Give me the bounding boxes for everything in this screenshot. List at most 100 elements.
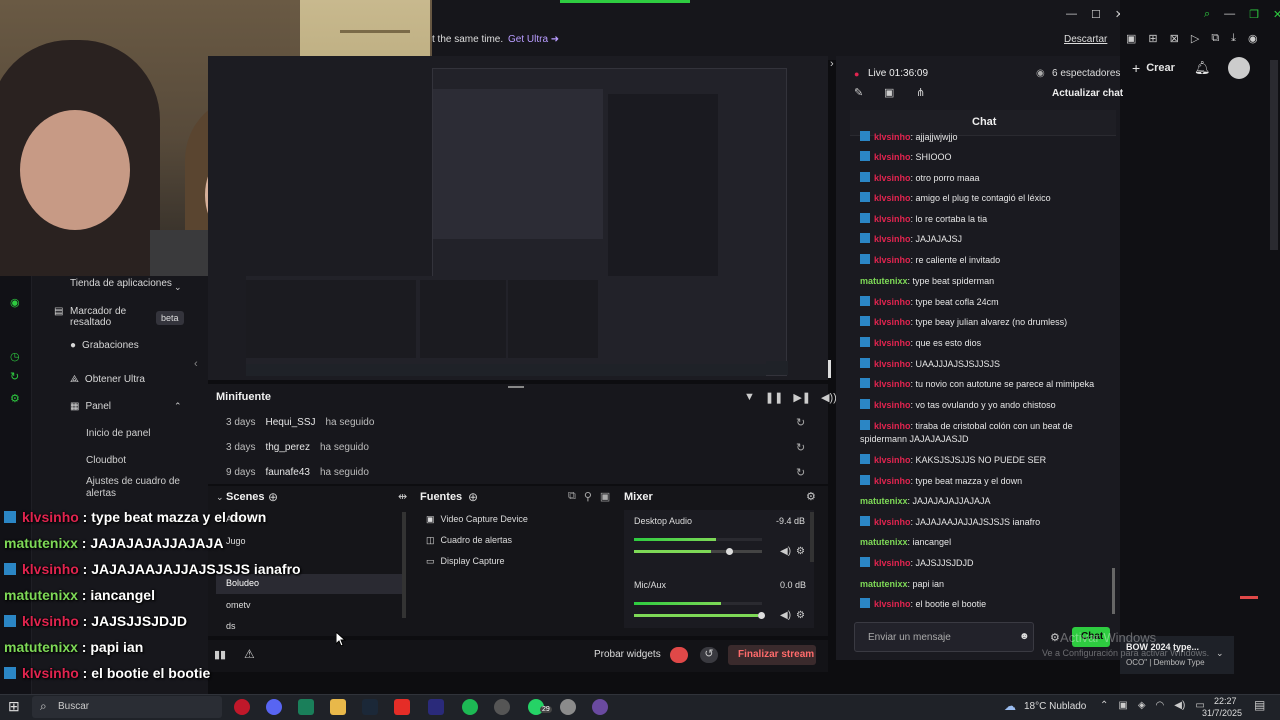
sidebar-item-recordings[interactable]: ● Grabaciones xyxy=(70,340,139,351)
add-scene-icon[interactable]: ⊕ xyxy=(268,490,278,504)
chat-username[interactable]: klvsinho xyxy=(874,152,911,162)
stats-icon[interactable]: ▮▮ xyxy=(214,648,226,661)
premiere-icon[interactable] xyxy=(428,699,444,715)
scene-item[interactable]: ometv xyxy=(226,600,251,610)
settings-icon[interactable]: ⚙ xyxy=(10,392,20,405)
chevron-down-icon[interactable]: ⌄ xyxy=(174,282,182,293)
slider-handle[interactable] xyxy=(758,612,765,619)
source-folder-icon[interactable]: ▣ xyxy=(600,490,610,503)
replay-buffer-icon[interactable]: ↺ xyxy=(700,647,718,663)
chat-input[interactable]: Enviar un mensaje ☻ xyxy=(854,622,1034,652)
sidebar-subitem-alertbox[interactable]: Ajustes de cuadro de alertas xyxy=(86,476,186,500)
gear-icon[interactable]: ⚙ xyxy=(796,610,805,621)
sidebar-subitem-dashboard[interactable]: Inicio de panel xyxy=(86,428,151,439)
volume-slider[interactable] xyxy=(634,550,762,553)
gear-icon[interactable]: ⚙ xyxy=(796,546,805,557)
sidebar-item-panel[interactable]: ▦ Panel xyxy=(70,401,111,412)
chevron-down-icon[interactable]: ⌄ xyxy=(216,492,224,503)
youtube-icon[interactable] xyxy=(394,699,410,715)
chat-scrollbar[interactable] xyxy=(1112,568,1115,614)
record-button[interactable] xyxy=(670,647,688,663)
chat-username[interactable]: klvsinho xyxy=(874,517,911,527)
opera-icon[interactable] xyxy=(234,699,250,715)
clip-icon[interactable]: ▣ xyxy=(884,86,894,99)
alert-icon[interactable]: ⚠ xyxy=(244,647,255,661)
tray-app-icon[interactable]: ▣ xyxy=(1118,700,1127,711)
chat-username[interactable]: klvsinho xyxy=(874,234,911,244)
collapse-arrow-icon[interactable]: ‹ xyxy=(194,358,198,370)
tray-chevron-icon[interactable]: ⌃ xyxy=(1100,700,1108,711)
source-group-icon[interactable]: ⚲ xyxy=(584,490,592,503)
obs-icon[interactable] xyxy=(592,699,608,715)
sidebar-subitem-cloudbot[interactable]: Cloudbot xyxy=(86,455,126,466)
maximize-icon[interactable]: ☐ xyxy=(1091,8,1101,21)
scenes-scrollbar[interactable] xyxy=(402,512,406,618)
sidebar-item-marker[interactable]: ▤ Marcador de resaltado xyxy=(54,306,150,328)
puzzle-icon[interactable]: ⧉ xyxy=(1211,32,1219,45)
chat-username[interactable]: klvsinho xyxy=(874,173,911,183)
chat-username[interactable]: klvsinho xyxy=(874,599,911,609)
dismiss-link[interactable]: Descartar xyxy=(1064,34,1107,45)
replay-icon[interactable]: ↻ xyxy=(796,416,805,429)
bell-icon[interactable]: 🔔︎ xyxy=(1194,60,1211,76)
mute-icon[interactable]: ◀) xyxy=(780,610,791,621)
minimize-icon[interactable]: — xyxy=(1224,8,1235,21)
source-item[interactable]: ▭ Display Capture xyxy=(426,556,505,567)
chat-username[interactable]: matutenixx xyxy=(860,276,908,286)
weather-text[interactable]: 18°C Nublado xyxy=(1024,701,1086,712)
profile-icon[interactable]: ◉ xyxy=(1248,32,1258,45)
share-icon[interactable]: ⋔ xyxy=(916,86,925,99)
source-item[interactable]: ▣ Video Capture Device xyxy=(426,514,528,525)
search-icon[interactable]: ⌕ xyxy=(1204,8,1210,21)
windows-start-icon[interactable]: ⊞ xyxy=(8,698,20,715)
speaker-icon[interactable]: ◀) xyxy=(1174,700,1185,711)
tab-icon[interactable]: ▣ xyxy=(1126,32,1136,45)
scrollbar[interactable] xyxy=(1270,60,1278,250)
filter-icon[interactable]: ▼ xyxy=(744,391,755,404)
chat-username[interactable]: klvsinho xyxy=(874,400,911,410)
taskbar-search[interactable]: ⌕ Buscar xyxy=(32,696,222,718)
chat-username[interactable]: klvsinho xyxy=(874,379,911,389)
chat-username[interactable]: klvsinho xyxy=(874,214,911,224)
chevron-down-icon[interactable]: ⌄ xyxy=(1216,648,1224,659)
skip-icon[interactable]: ▶❚ xyxy=(793,391,811,404)
edit-icon[interactable]: ✎ xyxy=(854,86,863,99)
extension-icon[interactable]: ⊠ xyxy=(1170,32,1179,45)
clock-date[interactable]: 31/7/2025 xyxy=(1202,708,1242,718)
avatar[interactable] xyxy=(1228,57,1250,79)
volume-slider[interactable] xyxy=(634,614,762,617)
streamlabs-icon[interactable] xyxy=(298,699,314,715)
chevron-up-icon[interactable]: ⌃ xyxy=(174,401,182,412)
clock-icon[interactable]: ◷ xyxy=(10,350,20,363)
refresh-icon[interactable]: ↻ xyxy=(10,370,19,383)
chat-username[interactable]: matutenixx xyxy=(860,579,908,589)
replay-icon[interactable]: ↻ xyxy=(796,466,805,479)
volume-icon[interactable]: ◀)) xyxy=(821,391,837,404)
play-icon[interactable]: ▷ xyxy=(1191,32,1199,45)
chat-username[interactable]: klvsinho xyxy=(874,317,911,327)
scene-item[interactable]: Jugo xyxy=(226,536,246,546)
chat-username[interactable]: klvsinho xyxy=(874,558,911,568)
live-icon[interactable]: ◉ xyxy=(10,296,20,309)
chat-username[interactable]: klvsinho xyxy=(874,132,911,142)
steam-icon[interactable] xyxy=(362,699,378,715)
chat-username[interactable]: klvsinho xyxy=(874,193,911,203)
emoji-icon[interactable]: ☻ xyxy=(1019,631,1030,642)
create-button[interactable]: + Crear xyxy=(1132,60,1175,76)
tray-app-icon[interactable]: ◈ xyxy=(1138,700,1146,711)
bookmark-icon[interactable]: ⊞ xyxy=(1148,32,1157,45)
end-stream-button[interactable]: Finalizar stream xyxy=(728,645,816,665)
resize-handle[interactable] xyxy=(508,386,524,388)
chat-username[interactable]: klvsinho xyxy=(874,338,911,348)
get-ultra-link[interactable]: Get Ultra ➜ xyxy=(508,34,559,45)
gear-icon[interactable]: ⚙ xyxy=(1050,631,1060,644)
sidebar-item-ultra[interactable]: ⟁ Obtener Ultra xyxy=(70,374,145,385)
clock-time[interactable]: 22:27 xyxy=(1214,696,1237,706)
spotify-icon[interactable] xyxy=(462,699,478,715)
replay-icon[interactable]: ↻ xyxy=(796,441,805,454)
expand-arrow-icon[interactable]: › xyxy=(830,58,834,70)
minimize-icon[interactable]: — xyxy=(1066,8,1077,21)
chat-username[interactable]: klvsinho xyxy=(874,255,911,265)
chat-username[interactable]: klvsinho xyxy=(874,455,911,465)
chat-username[interactable]: klvsinho xyxy=(874,421,911,431)
